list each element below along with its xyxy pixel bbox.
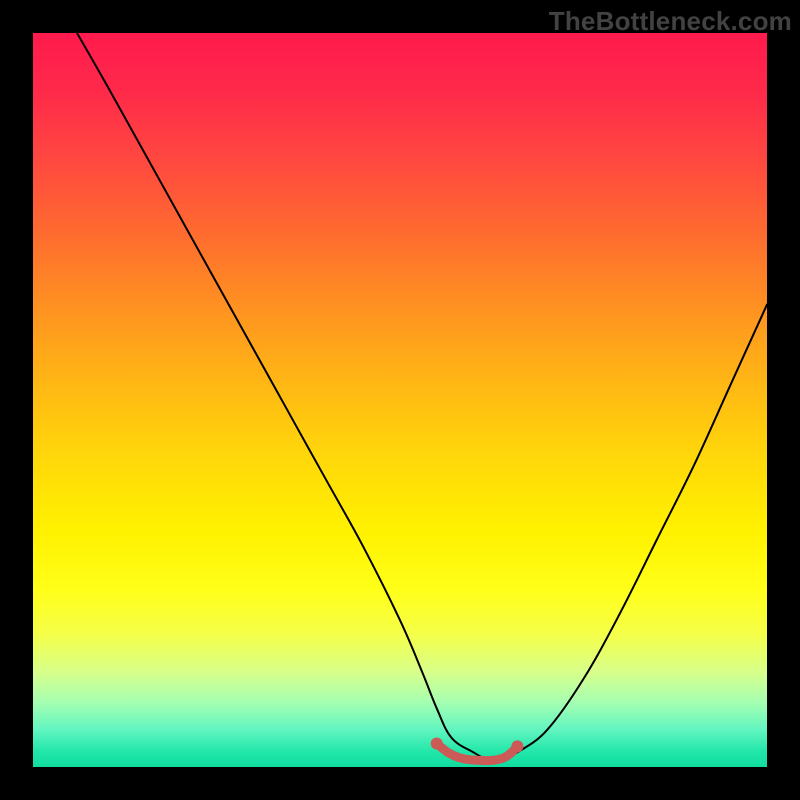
curve-svg [33,33,767,767]
optimal-band [437,744,518,761]
optimal-band-start-dot [431,738,443,750]
bottleneck-curve [77,33,767,761]
watermark-text: TheBottleneck.com [549,6,792,37]
plot-area [33,33,767,767]
optimal-band-end-dot [511,740,523,752]
chart-frame: TheBottleneck.com [0,0,800,800]
